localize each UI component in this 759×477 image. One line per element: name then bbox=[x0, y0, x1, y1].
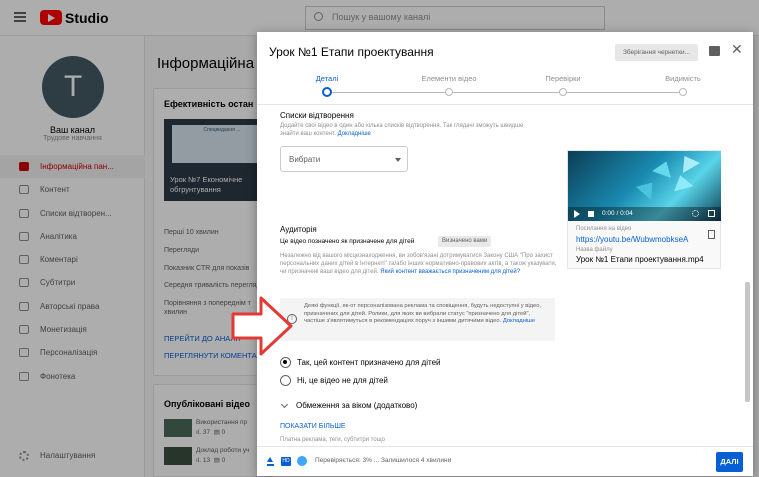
show-more-button[interactable]: ПОКАЗАТИ БІЛЬШЕ bbox=[280, 423, 346, 430]
butterfly-image bbox=[670, 172, 694, 192]
step-dot bbox=[559, 88, 567, 96]
chevron-down-icon bbox=[395, 158, 401, 162]
video-controls: 0:00 / 0:04 bbox=[568, 207, 721, 221]
show-more-description: Платна реклама, теги, субтитри тощо bbox=[280, 437, 385, 443]
stepper: Деталі Елементи відео Перевірки Видиміст… bbox=[257, 74, 753, 106]
video-details-dialog: Урок №1 Етапи проектування Зберігання че… bbox=[257, 32, 753, 476]
video-link[interactable]: https://youtu.be/WubwmobkseA bbox=[576, 235, 688, 244]
chevron-down-icon bbox=[280, 400, 289, 409]
radio-button[interactable] bbox=[280, 357, 291, 368]
step-dot bbox=[322, 87, 332, 97]
play-icon[interactable] bbox=[574, 210, 580, 218]
volume-icon[interactable] bbox=[588, 211, 594, 217]
radio-label: Ні, це відео не для дітей bbox=[297, 376, 388, 385]
save-draft-status: Зберігання чернетки... bbox=[615, 44, 698, 61]
info-box: ! Деякі функції, як-от персоналізована р… bbox=[280, 298, 555, 341]
video-player[interactable]: 0:00 / 0:04 bbox=[568, 151, 721, 221]
upload-status: Перевіряється: 3% ... Залишилося 4 хвили… bbox=[315, 457, 452, 464]
file-name: Урок №1 Етапи проектування.mp4 bbox=[576, 255, 704, 264]
learn-more-link[interactable]: Докладніше bbox=[338, 131, 371, 137]
arrow-pointer-icon bbox=[231, 296, 293, 356]
hd-icon[interactable]: HD bbox=[281, 457, 291, 466]
tab-video-elements[interactable]: Елементи відео bbox=[389, 74, 509, 96]
dialog-footer: HD Перевіряється: 3% ... Залишилося 4 хв… bbox=[257, 446, 753, 476]
age-restriction-label: Обмеження за віком (додатково) bbox=[296, 401, 418, 410]
copy-icon[interactable] bbox=[708, 230, 715, 239]
check-status-icon[interactable] bbox=[297, 456, 307, 466]
step-label: Елементи відео bbox=[421, 74, 477, 83]
step-dot bbox=[445, 88, 453, 96]
audience-title: Аудиторія bbox=[280, 225, 317, 234]
audience-subtitle: Це відео позначено як призначене для діт… bbox=[280, 238, 415, 245]
playlists-description: Додайте свої відео в один або кілька спи… bbox=[280, 122, 540, 138]
video-time: 0:00 / 0:04 bbox=[602, 210, 633, 217]
tab-visibility[interactable]: Видимість bbox=[623, 74, 743, 96]
playlist-select[interactable]: Вибрати bbox=[280, 146, 408, 172]
step-connector bbox=[449, 92, 563, 93]
step-dot bbox=[679, 88, 687, 96]
step-label: Видимість bbox=[665, 74, 701, 83]
tab-details[interactable]: Деталі bbox=[267, 74, 387, 97]
file-name-label: Назва файлу bbox=[576, 247, 613, 253]
video-link-label: Посилання на відео bbox=[576, 226, 632, 232]
playlists-title: Списки відтворення bbox=[280, 111, 354, 120]
butterfly-image bbox=[635, 176, 661, 200]
scrollbar[interactable] bbox=[745, 282, 750, 402]
butterfly-image bbox=[675, 151, 701, 174]
gear-icon[interactable] bbox=[692, 210, 699, 217]
feedback-icon[interactable] bbox=[709, 46, 720, 56]
dialog-title: Урок №1 Етапи проектування bbox=[269, 45, 434, 59]
radio-button[interactable] bbox=[280, 375, 291, 386]
dialog-content: Списки відтворення Додайте свої відео в … bbox=[257, 105, 753, 447]
playlists-desc-text: Додайте свої відео в один або кілька спи… bbox=[280, 123, 524, 137]
step-connector bbox=[327, 92, 449, 93]
select-value: Вибрати bbox=[289, 155, 321, 164]
butterfly-image bbox=[652, 158, 676, 178]
step-label: Деталі bbox=[315, 74, 339, 83]
next-button[interactable]: ДАЛІ bbox=[716, 452, 743, 472]
kids-content-link[interactable]: Який контент вважається призначеним для … bbox=[380, 269, 520, 275]
tab-checks[interactable]: Перевірки bbox=[503, 74, 623, 96]
close-icon[interactable]: ✕ bbox=[731, 42, 743, 56]
video-preview-panel: 0:00 / 0:04 Посилання на відео https://y… bbox=[567, 150, 721, 269]
status-badge: Визначено вами bbox=[438, 236, 492, 247]
radio-label: Так, цей контент призначено для дітей bbox=[297, 358, 441, 367]
fullscreen-icon[interactable] bbox=[708, 210, 715, 217]
step-connector bbox=[563, 92, 683, 93]
audience-description: Незалежно від вашого місцезнаходження, в… bbox=[280, 252, 560, 276]
step-label: Перевірки bbox=[545, 74, 581, 83]
info-text: Деякі функції, як-от персоналізована рек… bbox=[304, 303, 549, 326]
upload-icon[interactable] bbox=[267, 457, 274, 466]
info-learn-more-link[interactable]: Докладніше bbox=[503, 318, 535, 324]
